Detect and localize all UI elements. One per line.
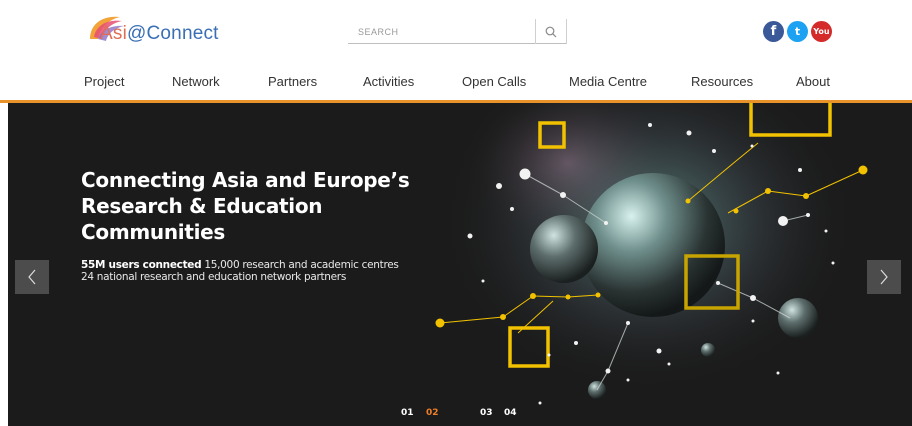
site-header: Asi@Connect f t You Project Network Part…	[0, 0, 912, 101]
search-button[interactable]	[535, 19, 567, 44]
hero-stats: 55M users connected 15,000 research and …	[81, 259, 399, 283]
logo-wordmark: Asi@Connect	[100, 23, 219, 44]
slide-dot-01[interactable]: 01	[401, 408, 414, 418]
hero-headline: Connecting Asia and Europe’s Research & …	[81, 168, 410, 244]
slide-dot-04[interactable]: 04	[504, 408, 517, 418]
twitter-icon[interactable]: t	[787, 21, 808, 42]
nav-item-open-calls[interactable]: Open Calls	[462, 74, 526, 89]
nav-item-network[interactable]: Network	[172, 74, 220, 89]
facebook-icon[interactable]: f	[763, 21, 784, 42]
nav-item-about[interactable]: About	[796, 74, 830, 89]
nav-item-project[interactable]: Project	[84, 74, 124, 89]
slide-dot-03[interactable]: 03	[480, 408, 493, 418]
chevron-left-icon	[28, 269, 36, 285]
main-nav: Project Network Partners Activities Open…	[0, 74, 912, 92]
nav-item-activities[interactable]: Activities	[363, 74, 414, 89]
asiaconnect-logo[interactable]: Asi@Connect	[84, 9, 224, 51]
hero-slider: Connecting Asia and Europe’s Research & …	[8, 103, 912, 426]
nav-item-resources[interactable]: Resources	[691, 74, 753, 89]
slider-prev-button[interactable]	[15, 260, 49, 294]
youtube-icon[interactable]: You	[811, 21, 832, 42]
slide-dot-02[interactable]: 02	[426, 408, 439, 418]
search-input[interactable]	[348, 22, 528, 42]
slider-next-button[interactable]	[867, 260, 901, 294]
search-bar	[348, 19, 567, 44]
nav-item-partners[interactable]: Partners	[268, 74, 317, 89]
search-icon	[545, 26, 557, 37]
nav-item-media-centre[interactable]: Media Centre	[569, 74, 647, 89]
chevron-right-icon	[880, 269, 888, 285]
